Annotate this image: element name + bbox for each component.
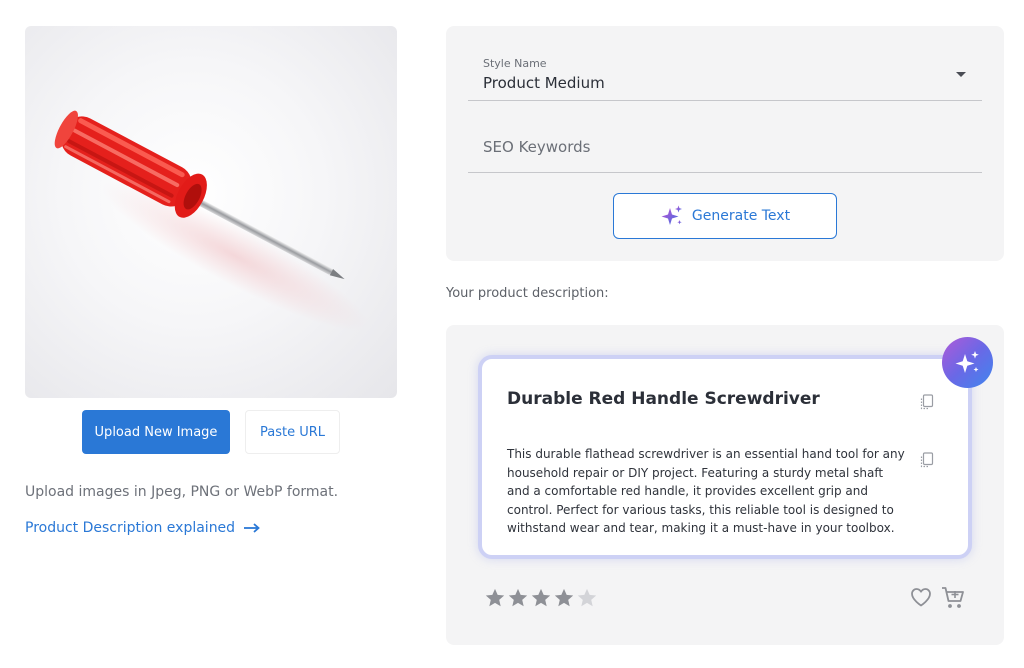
explained-link-label: Product Description explained [25,520,236,536]
product-description-explained-link[interactable]: Product Description explained [25,520,260,536]
arrow-right-icon [244,523,260,533]
generator-form-card: Style Name Product Medium Generate Text [446,26,1004,261]
screwdriver-image [54,110,369,331]
sparkle-icon [661,205,682,225]
generate-text-button[interactable]: Generate Text [613,193,837,239]
ai-sparkle-badge-icon [942,337,993,388]
description-title: Durable Red Handle Screwdriver [507,389,820,409]
style-name-value: Product Medium [483,74,605,92]
style-name-label: Style Name [483,57,547,70]
upload-format-hint: Upload images in Jpeg, PNG or WebP forma… [25,484,339,500]
seo-keywords-field[interactable] [468,126,982,173]
dropdown-caret-icon [956,72,966,77]
paste-url-button[interactable]: Paste URL [245,410,340,454]
seo-keywords-input[interactable] [483,138,963,156]
upload-new-image-button[interactable]: Upload New Image [82,410,230,454]
style-name-select[interactable]: Style Name Product Medium [468,54,982,101]
star-icon[interactable] [553,587,575,609]
sparkle-icon [955,350,979,373]
heart-icon[interactable] [909,585,933,609]
generate-text-label: Generate Text [691,208,791,224]
description-body: This durable flathead screwdriver is an … [507,447,905,535]
star-icon[interactable] [507,587,529,609]
star-rating[interactable] [484,587,598,609]
star-icon[interactable] [530,587,552,609]
copy-icon[interactable] [918,451,936,469]
copy-icon[interactable] [918,393,936,411]
description-box: Durable Red Handle Screwdriver This dura… [478,355,972,559]
cart-icon[interactable] [940,585,966,611]
star-icon[interactable] [484,587,506,609]
star-icon[interactable] [576,587,598,609]
product-image [25,26,397,398]
description-section-label: Your product description: [446,286,609,301]
result-card: Durable Red Handle Screwdriver This dura… [446,325,1004,645]
